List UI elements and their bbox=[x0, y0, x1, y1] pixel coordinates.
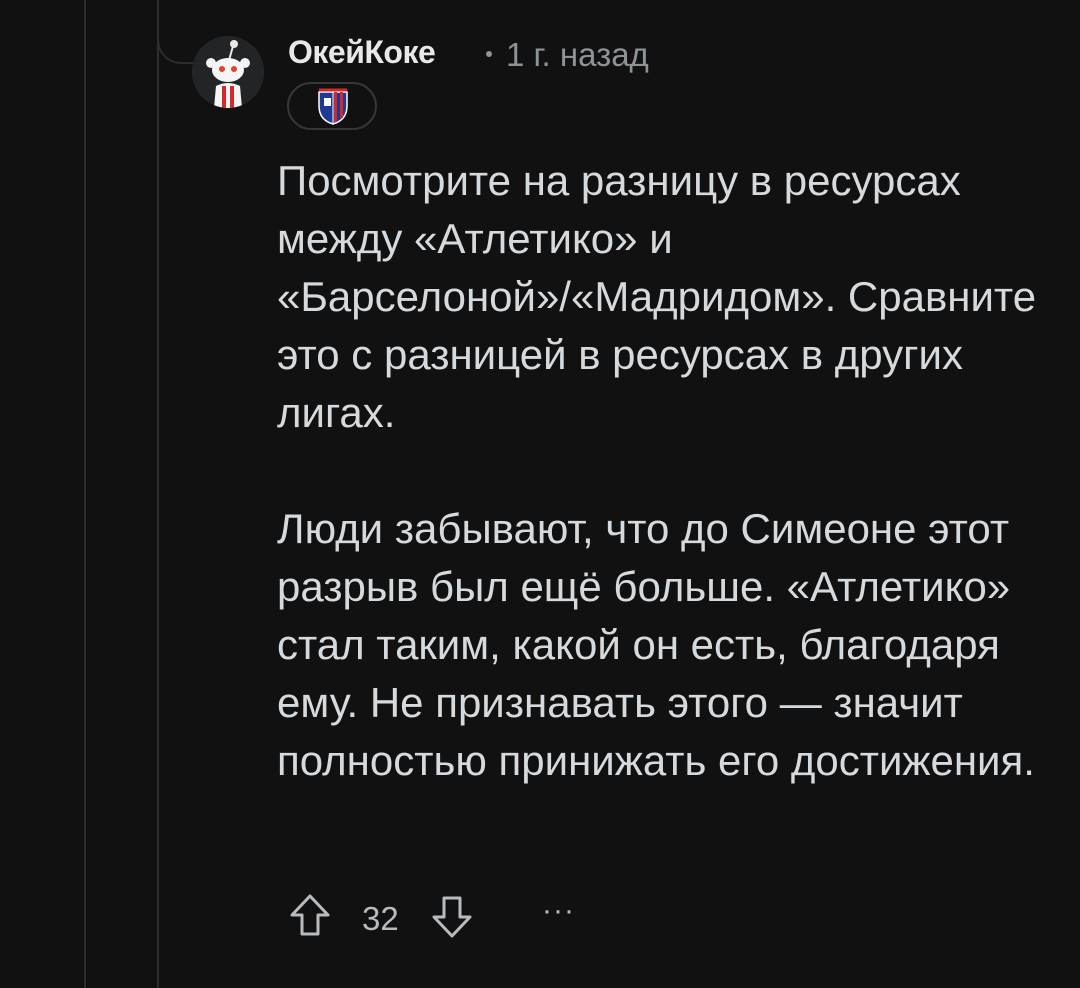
arrow-up-icon bbox=[290, 894, 330, 936]
more-options-button[interactable]: ··· bbox=[542, 894, 575, 928]
thread-line-outer bbox=[84, 0, 86, 988]
downvote-button[interactable] bbox=[428, 890, 476, 942]
comment-paragraph-1: Посмотрите на разницу в ресурсах между «… bbox=[277, 157, 1037, 436]
avatar[interactable] bbox=[192, 36, 264, 108]
thread-line-inner[interactable] bbox=[157, 0, 159, 988]
thread-branch bbox=[157, 20, 193, 64]
comment-author[interactable]: ОкейКоке bbox=[288, 34, 436, 71]
arrow-down-icon bbox=[432, 896, 472, 938]
snoo-avatar-icon bbox=[192, 36, 264, 108]
comment-age: 1 г. назад bbox=[506, 36, 649, 73]
user-flair[interactable] bbox=[287, 82, 377, 130]
comment-paragraph-2: Люди забывают, что до Симеоне этот разры… bbox=[277, 505, 1035, 784]
atletico-madrid-crest-icon bbox=[318, 88, 348, 125]
vote-score: 32 bbox=[362, 900, 399, 937]
separator-dot bbox=[486, 51, 492, 58]
comment-body: Посмотрите на разницу в ресурсах между «… bbox=[277, 152, 1067, 790]
comment-meta: 1 г. назад bbox=[486, 36, 649, 74]
upvote-button[interactable] bbox=[286, 890, 334, 942]
